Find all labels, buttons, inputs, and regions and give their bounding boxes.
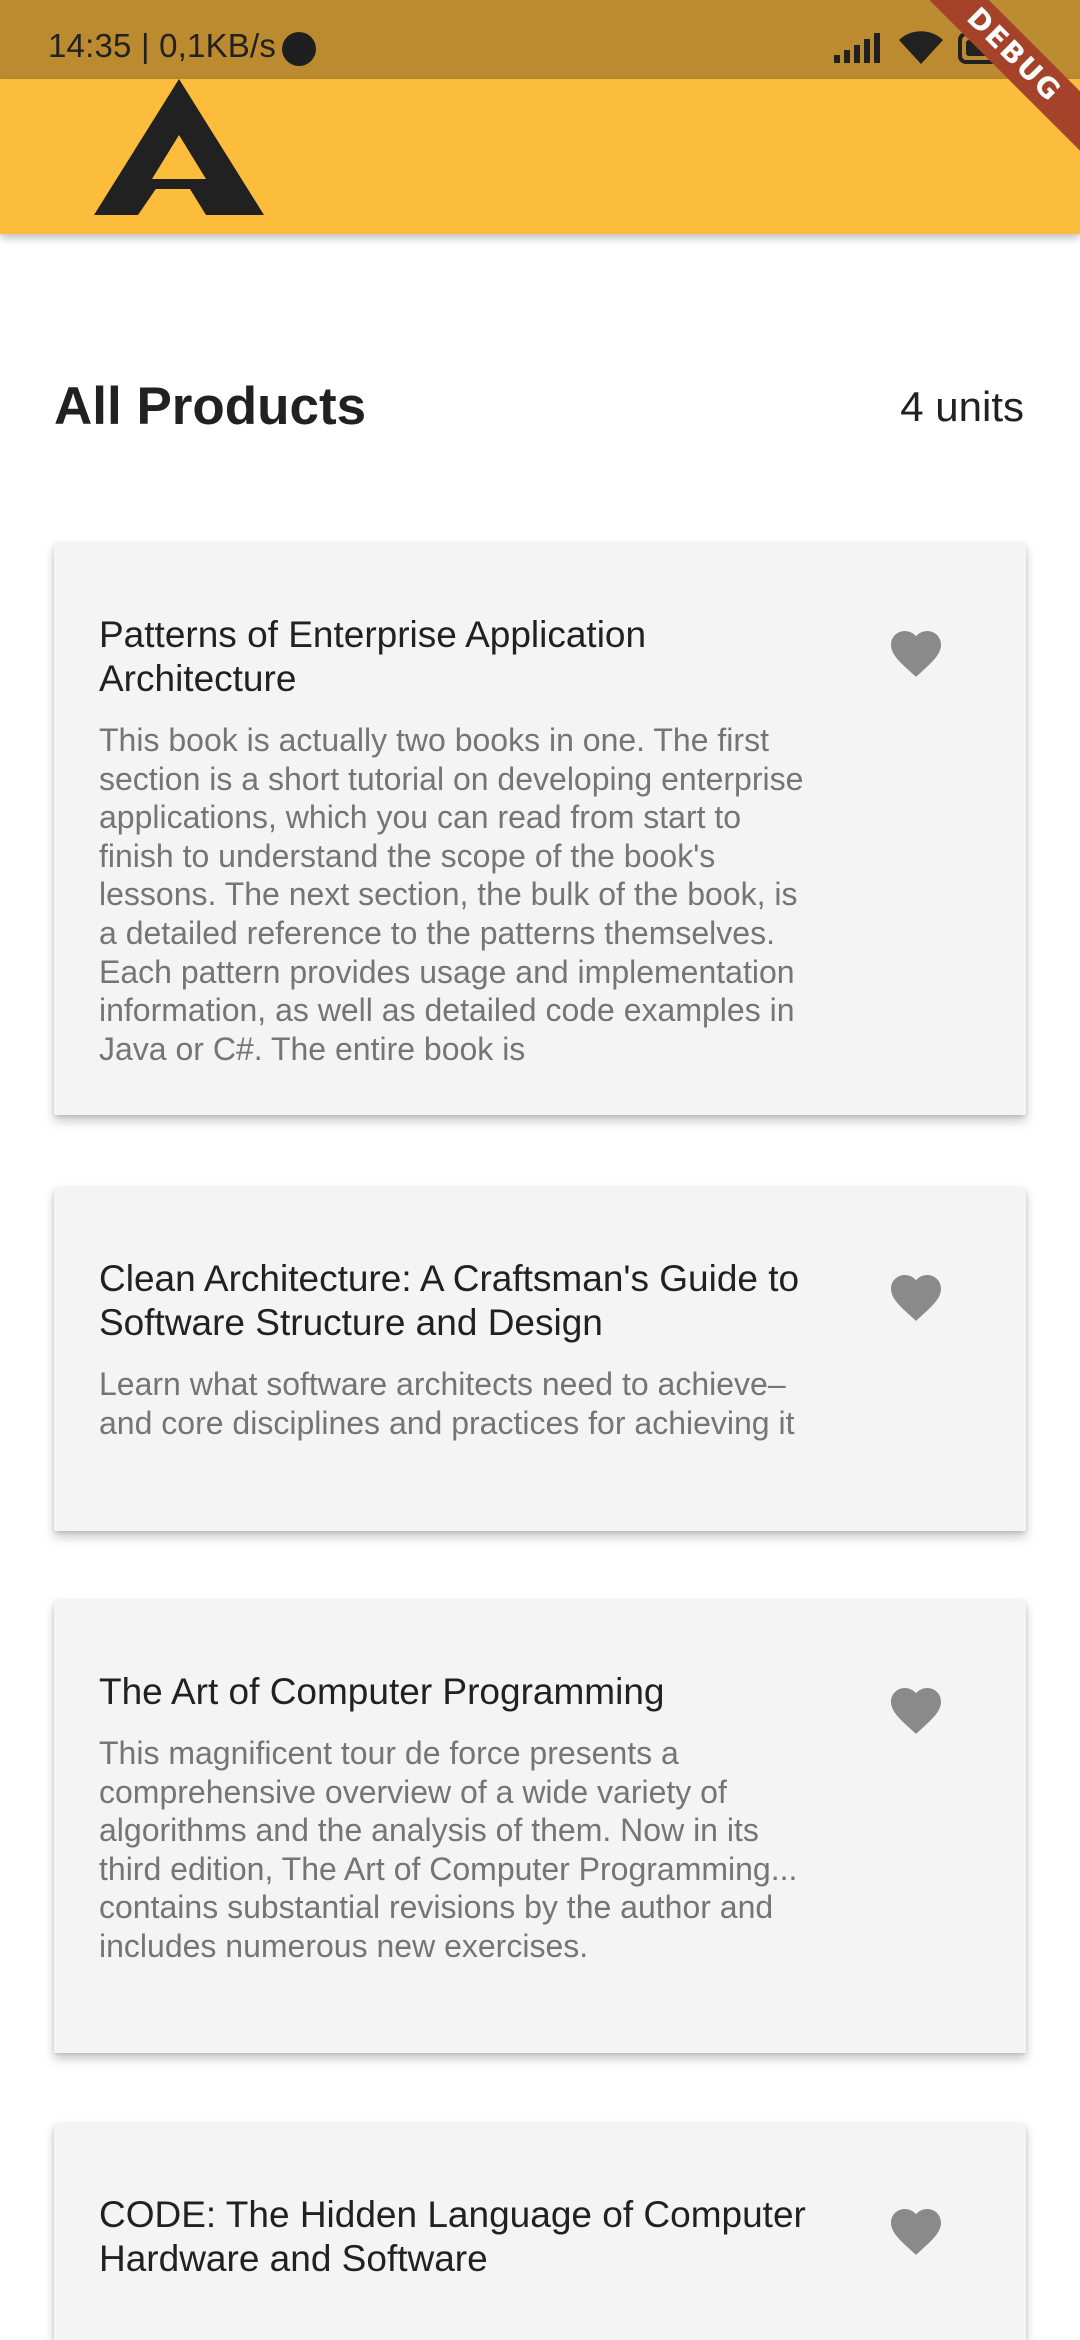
product-description: This magnificent tour de force presents … xyxy=(99,1735,798,1964)
status-bar: 14:35 | 0,1KB/s xyxy=(0,0,1080,79)
product-card[interactable]: The Art of Computer Programming This mag… xyxy=(54,1600,1026,2053)
product-description: This book is actually two books in one. … xyxy=(99,722,804,1067)
product-card[interactable]: Patterns of Enterprise Application Archi… xyxy=(54,543,1026,1115)
notification-dot-icon xyxy=(282,32,316,66)
app-logo-icon xyxy=(94,79,264,220)
product-description: Learn what software architects need to a… xyxy=(99,1366,795,1441)
product-title: The Art of Computer Programming xyxy=(99,1671,665,1712)
favorite-heart-icon[interactable] xyxy=(886,1680,946,1736)
product-card[interactable]: CODE: The Hidden Language of Computer Ha… xyxy=(54,2123,1026,2340)
signal-icon xyxy=(834,33,884,63)
product-card[interactable]: Clean Architecture: A Craftsman's Guide … xyxy=(54,1187,1026,1531)
page-title: All Products xyxy=(54,377,367,436)
favorite-heart-icon[interactable] xyxy=(886,1267,946,1323)
favorite-heart-icon[interactable] xyxy=(886,623,946,679)
product-title: Clean Architecture: A Craftsman's Guide … xyxy=(99,1258,800,1343)
app-bar xyxy=(0,79,1080,234)
product-title: Patterns of Enterprise Application Archi… xyxy=(99,614,647,699)
product-count: 4 units xyxy=(900,383,1024,430)
products-header: All Products 4 units xyxy=(54,372,1024,442)
wifi-icon xyxy=(898,30,944,66)
favorite-heart-icon[interactable] xyxy=(886,2201,946,2257)
product-title: CODE: The Hidden Language of Computer Ha… xyxy=(99,2194,806,2279)
status-time: 14:35 | 0,1KB/s xyxy=(48,27,277,64)
